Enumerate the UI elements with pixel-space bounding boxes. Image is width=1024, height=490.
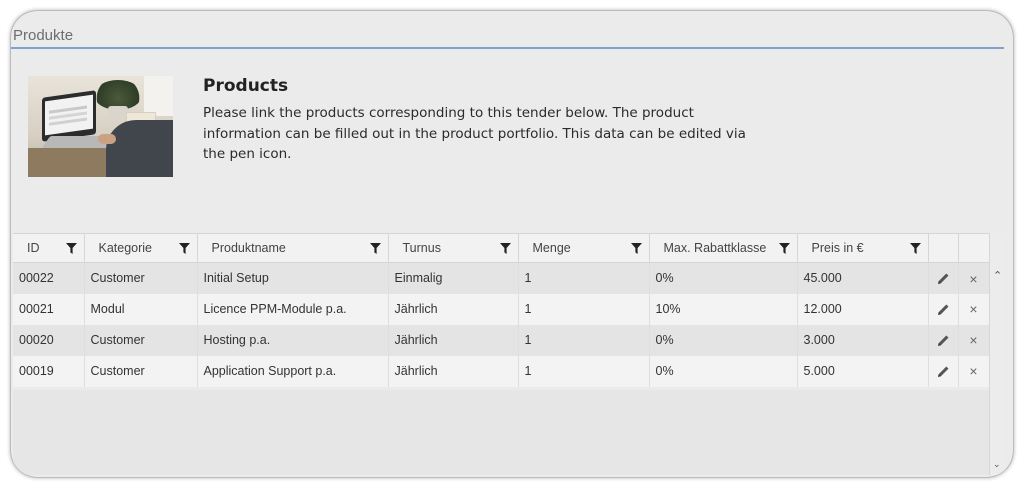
edit-cell [928,262,959,294]
products-table: ID Kategorie Produktname Turnus Menge Ma… [13,233,1005,387]
intro-heading: Products [203,76,289,96]
edit-cell [928,355,959,387]
cell-rabatt: 0% [649,324,798,356]
cell-produktname: Application Support p.a. [197,355,389,387]
cell-menge: 1 [518,262,650,294]
table-empty-area [13,390,989,475]
table-row[interactable]: 00022 Customer Initial Setup Einmalig 1 … [13,262,990,294]
edit-cell [928,293,959,325]
cell-preis: 5.000 [797,355,929,387]
cell-produktname: Hosting p.a. [197,324,389,356]
column-header-preis[interactable]: Preis in € [797,233,929,263]
cell-menge: 1 [518,293,650,325]
cell-turnus: Jährlich [388,293,519,325]
pen-icon[interactable] [937,303,950,316]
cell-rabatt: 0% [649,262,798,294]
cell-kategorie: Customer [84,262,198,294]
products-intro: Products Please link the products corres… [28,76,808,180]
filter-icon[interactable] [499,243,511,254]
section-title: Produkte [13,27,74,44]
cell-produktname: Licence PPM-Module p.a. [197,293,389,325]
cell-menge: 1 [518,324,650,356]
cell-preis: 12.000 [797,293,929,325]
pen-icon[interactable] [937,334,950,347]
cell-kategorie: Customer [84,324,198,356]
chevron-up-icon[interactable]: ⌃ [993,269,1002,282]
intro-text-line: Please link the products corresponding t… [203,105,694,121]
cell-id: 00020 [13,324,85,356]
filter-icon[interactable] [369,243,381,254]
filter-icon[interactable] [65,243,77,254]
column-header-delete [958,233,990,263]
column-header-max-rabattklasse[interactable]: Max. Rabattklasse [649,233,798,263]
delete-cell: × [958,324,990,356]
intro-text-line: information can be filled out in the pro… [203,125,746,142]
cell-id: 00021 [13,293,85,325]
intro-image [28,76,173,177]
cell-turnus: Jährlich [388,324,519,356]
column-header-edit [928,233,959,263]
pen-icon[interactable] [937,365,950,378]
filter-icon[interactable] [909,243,921,254]
column-header-kategorie[interactable]: Kategorie [84,233,198,263]
cell-rabatt: 10% [649,293,798,325]
close-icon[interactable]: × [969,272,977,286]
column-header-produktname[interactable]: Produktname [197,233,389,263]
close-icon[interactable]: × [969,302,977,316]
cell-menge: 1 [518,355,650,387]
table-row[interactable]: 00020 Customer Hosting p.a. Jährlich 1 0… [13,324,990,356]
delete-cell: × [958,355,990,387]
close-icon[interactable]: × [969,364,977,378]
close-icon[interactable]: × [969,333,977,347]
filter-icon[interactable] [178,243,190,254]
column-header-turnus[interactable]: Turnus [388,233,519,263]
products-panel: Produkte Products Please link the produc… [11,11,1013,477]
cell-turnus: Jährlich [388,355,519,387]
vertical-scrollbar[interactable]: ⌃ ⌄ [989,233,1006,475]
cell-turnus: Einmalig [388,262,519,294]
section-header: Produkte [11,25,1004,49]
cell-id: 00022 [13,262,85,294]
cell-kategorie: Modul [84,293,198,325]
cell-id: 00019 [13,355,85,387]
pen-icon[interactable] [937,272,950,285]
table-row[interactable]: 00021 Modul Licence PPM-Module p.a. Jähr… [13,293,990,325]
column-header-id[interactable]: ID [13,233,85,263]
intro-description: Please link the products corresponding t… [203,103,803,165]
cell-rabatt: 0% [649,355,798,387]
column-header-menge[interactable]: Menge [518,233,650,263]
cell-produktname: Initial Setup [197,262,389,294]
filter-icon[interactable] [778,243,790,254]
cell-preis: 45.000 [797,262,929,294]
chevron-down-icon[interactable]: ⌄ [993,459,1001,470]
cell-preis: 3.000 [797,324,929,356]
cell-kategorie: Customer [84,355,198,387]
filter-icon[interactable] [630,243,642,254]
edit-cell [928,324,959,356]
delete-cell: × [958,262,990,294]
table-row[interactable]: 00019 Customer Application Support p.a. … [13,355,990,387]
table-header-row: ID Kategorie Produktname Turnus Menge Ma… [13,233,990,263]
intro-text-line: the pen icon. [203,146,292,162]
delete-cell: × [958,293,990,325]
